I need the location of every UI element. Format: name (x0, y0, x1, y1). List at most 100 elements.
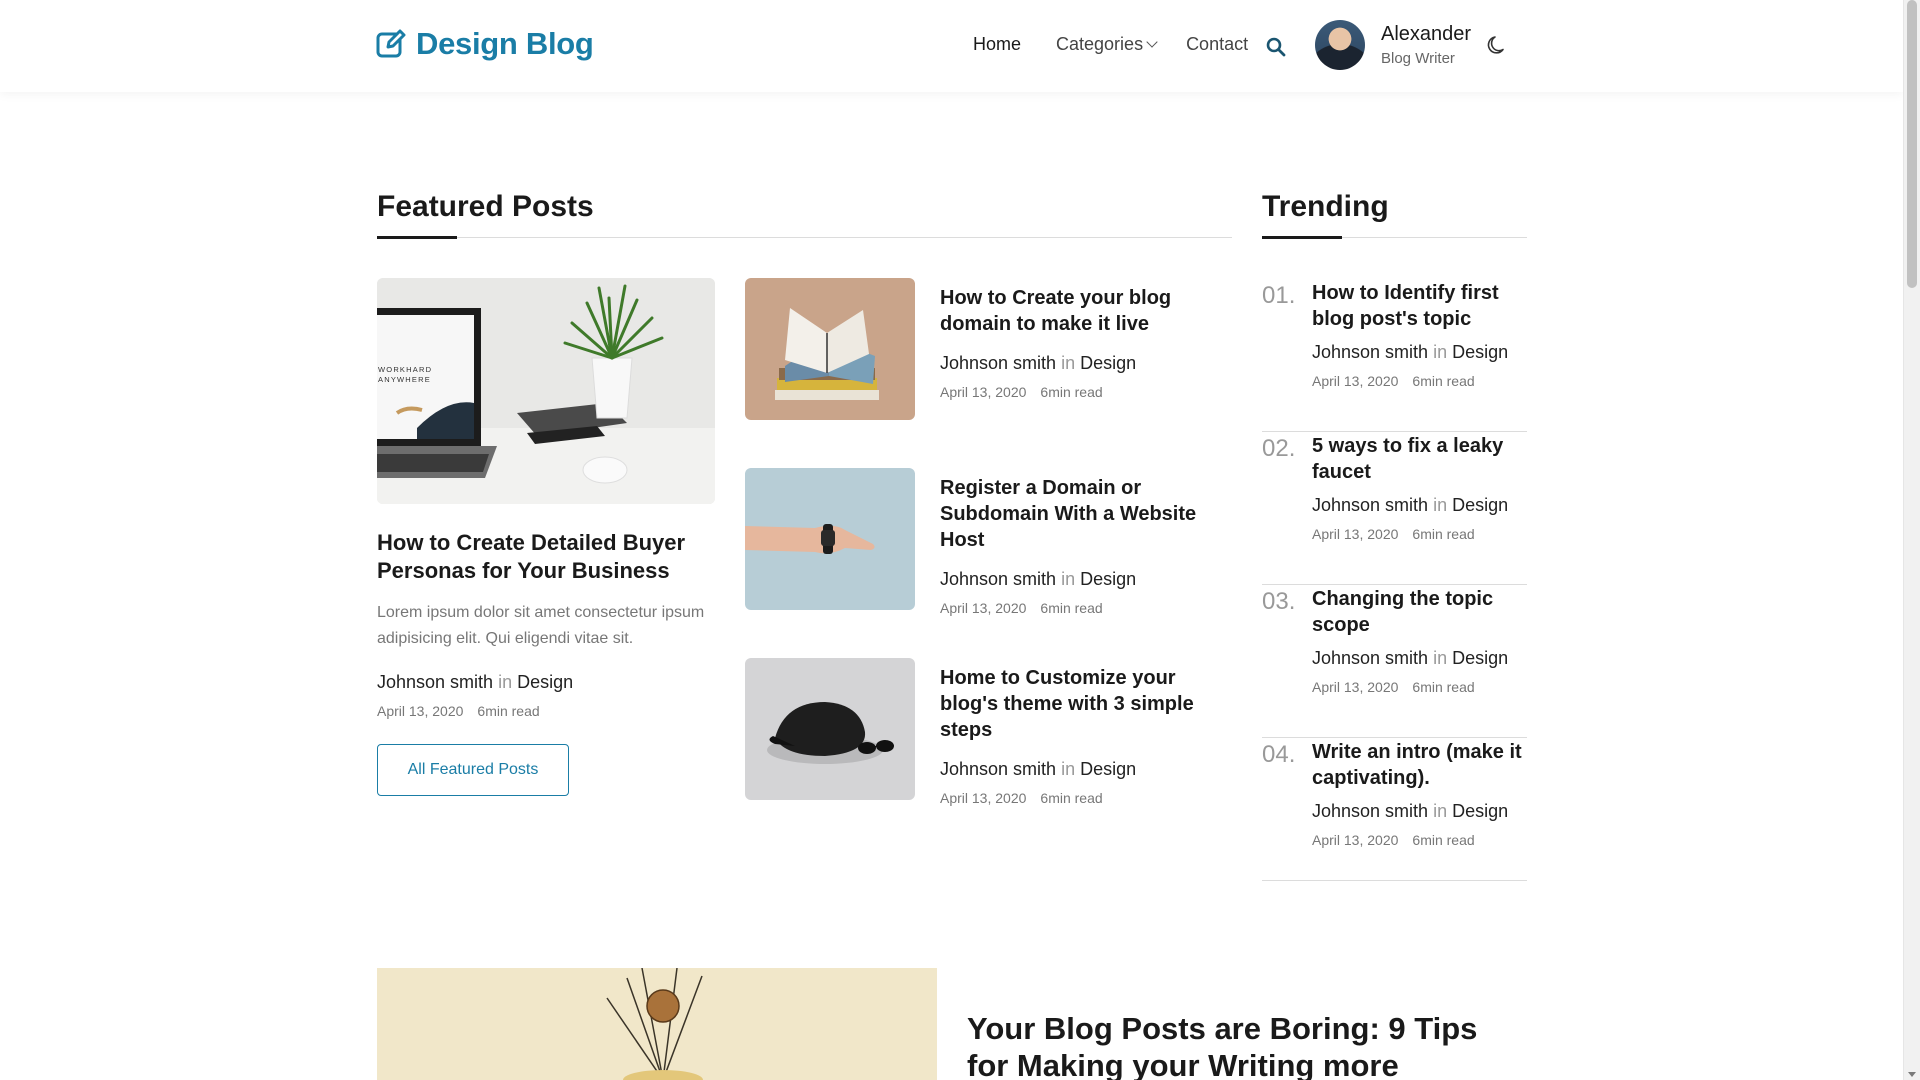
trending-title[interactable]: Write an intro (make it captivating). (1312, 739, 1527, 791)
featured-rule-accent (377, 236, 457, 239)
nav-contact[interactable]: Contact (1186, 34, 1248, 55)
category-link[interactable]: Design (1452, 801, 1508, 821)
trending-item[interactable]: 01. How to Identify first blog post's to… (1262, 278, 1527, 432)
profile-role: Blog Writer (1381, 50, 1455, 67)
category-link[interactable]: Design (1452, 342, 1508, 362)
byline: Johnson smith in Design (377, 672, 715, 693)
read-time: 6min read (477, 703, 540, 719)
read-time: 6min read (1412, 526, 1475, 542)
banner-post-title[interactable]: Your Blog Posts are Boring: 9 Tips for M… (967, 1010, 1507, 1080)
trending-title[interactable]: How to Identify first blog post's topic (1312, 280, 1527, 332)
post-date: April 13, 2020 (377, 703, 464, 719)
featured-main-excerpt: Lorem ipsum dolor sit amet consectetur i… (377, 604, 705, 647)
post-thumbnail[interactable] (745, 658, 915, 800)
image-text-anywhere: ANYWHERE (378, 375, 431, 384)
byline-in: in (1433, 801, 1448, 821)
post-meta: April 13, 2020 6min read (1312, 526, 1527, 542)
post-meta: April 13, 2020 6min read (1312, 373, 1527, 389)
byline: Johnson smith in Design (940, 759, 1232, 780)
author-link[interactable]: Johnson smith (1312, 342, 1428, 362)
post-meta: April 13, 2020 6min read (377, 703, 715, 719)
featured-side-item[interactable]: Register a Domain or Subdomain With a We… (745, 468, 1232, 616)
byline-in: in (1433, 495, 1448, 515)
site-logo[interactable]: Design Blog (376, 26, 594, 62)
trending-number: 03. (1262, 588, 1296, 615)
post-thumbnail[interactable] (745, 468, 915, 610)
post-meta: April 13, 2020 6min read (940, 600, 1232, 616)
nav-categories[interactable]: Categories (1056, 34, 1158, 55)
category-link[interactable]: Design (517, 672, 573, 692)
author-link[interactable]: Johnson smith (1312, 648, 1428, 668)
post-title[interactable]: Home to Customize your blog's theme with… (940, 665, 1232, 743)
featured-main-image[interactable]: WORKHARD ANYWHERE (377, 278, 715, 504)
byline-in: in (1061, 353, 1076, 373)
user-profile[interactable]: Alexander Blog Writer (1315, 20, 1471, 70)
nav-home[interactable]: Home (973, 34, 1021, 55)
post-date: April 13, 2020 (1312, 832, 1399, 848)
book-illustration (745, 278, 915, 420)
byline-in: in (1061, 759, 1076, 779)
featured-heading: Featured Posts (377, 190, 594, 223)
read-time: 6min read (1412, 373, 1475, 389)
post-date: April 13, 2020 (1312, 373, 1399, 389)
byline-in: in (1433, 342, 1448, 362)
category-link[interactable]: Design (1080, 759, 1136, 779)
page-scrollbar[interactable] (1903, 0, 1920, 1080)
wrist-watch-illustration (745, 468, 915, 610)
byline-in: in (1433, 648, 1448, 668)
category-link[interactable]: Design (1080, 569, 1136, 589)
post-meta: April 13, 2020 6min read (1312, 679, 1527, 695)
scroll-down-arrow-icon[interactable] (1908, 1072, 1916, 1077)
featured-main-title[interactable]: How to Create Detailed Buyer Personas fo… (377, 529, 715, 585)
category-link[interactable]: Design (1452, 648, 1508, 668)
post-date: April 13, 2020 (940, 790, 1027, 806)
read-time: 6min read (1040, 600, 1103, 616)
post-date: April 13, 2020 (1312, 679, 1399, 695)
byline: Johnson smith in Design (1312, 495, 1527, 516)
post-meta: April 13, 2020 6min read (940, 384, 1232, 400)
trending-heading: Trending (1262, 190, 1389, 223)
author-link[interactable]: Johnson smith (1312, 801, 1428, 821)
read-time: 6min read (1412, 832, 1475, 848)
search-icon[interactable] (1266, 37, 1286, 57)
scrollbar-thumb[interactable] (1907, 0, 1917, 288)
trending-title[interactable]: Changing the topic scope (1312, 586, 1527, 638)
trending-item[interactable]: 03. Changing the topic scope Johnson smi… (1262, 584, 1527, 738)
laptop-plant-illustration: WORKHARD ANYWHERE (377, 278, 715, 504)
read-time: 6min read (1040, 790, 1103, 806)
post-title[interactable]: Register a Domain or Subdomain With a We… (940, 475, 1232, 553)
post-meta: April 13, 2020 6min read (940, 790, 1232, 806)
author-link[interactable]: Johnson smith (940, 759, 1056, 779)
byline: Johnson smith in Design (1312, 342, 1527, 363)
post-date: April 13, 2020 (940, 600, 1027, 616)
post-date: April 13, 2020 (940, 384, 1027, 400)
author-link[interactable]: Johnson smith (940, 353, 1056, 373)
trending-title[interactable]: 5 ways to fix a leaky faucet (1312, 433, 1527, 485)
byline: Johnson smith in Design (1312, 648, 1527, 669)
author-link[interactable]: Johnson smith (377, 672, 493, 692)
category-link[interactable]: Design (1452, 495, 1508, 515)
all-featured-posts-button[interactable]: All Featured Posts (377, 744, 569, 796)
site-header: Design Blog Home Categories Contact Alex… (0, 0, 1903, 92)
edit-icon (376, 29, 406, 58)
trending-item[interactable]: 02. 5 ways to fix a leaky faucet Johnson… (1262, 431, 1527, 585)
post-thumbnail[interactable] (745, 278, 915, 420)
featured-main-card[interactable]: WORKHARD ANYWHERE How to Create Detailed… (377, 278, 715, 796)
category-link[interactable]: Design (1080, 353, 1136, 373)
featured-side-item[interactable]: How to Create your blog domain to make i… (745, 278, 1232, 420)
author-link[interactable]: Johnson smith (1312, 495, 1428, 515)
banner-image[interactable] (377, 968, 937, 1080)
trending-rule-accent (1262, 236, 1342, 239)
trending-item[interactable]: 04. Write an intro (make it captivating)… (1262, 737, 1527, 881)
post-title[interactable]: How to Create your blog domain to make i… (940, 285, 1232, 337)
read-time: 6min read (1412, 679, 1475, 695)
featured-side-item[interactable]: Home to Customize your blog's theme with… (745, 658, 1232, 806)
read-time: 6min read (1040, 384, 1103, 400)
byline-in: in (1061, 569, 1076, 589)
moon-icon[interactable] (1486, 34, 1508, 56)
author-link[interactable]: Johnson smith (940, 569, 1056, 589)
trending-number: 02. (1262, 435, 1296, 462)
logo-text: Design Blog (416, 26, 594, 61)
avatar (1315, 20, 1365, 70)
chevron-down-icon (1146, 36, 1158, 48)
